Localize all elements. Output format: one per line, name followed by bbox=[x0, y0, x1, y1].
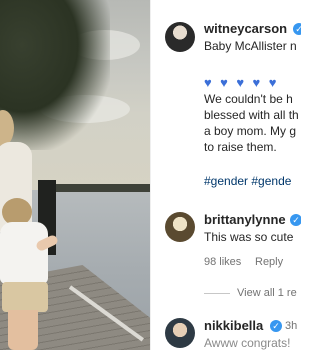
reply-button[interactable]: Reply bbox=[255, 256, 283, 268]
caption-body-line: We couldn't be h bbox=[204, 92, 293, 106]
comments-panel: witneycarson ✓ Baby McAllister n ♥ ♥ ♥ ♥… bbox=[150, 0, 301, 350]
hashtags[interactable]: #gender #gende bbox=[204, 174, 291, 188]
view-replies-link[interactable]: View all 1 re bbox=[237, 287, 297, 299]
photo-person-child bbox=[0, 198, 60, 350]
verified-badge-icon: ✓ bbox=[290, 214, 301, 226]
verified-badge-icon: ✓ bbox=[293, 23, 301, 35]
blue-heart-icon: ♥ bbox=[268, 75, 277, 90]
blue-heart-icon: ♥ bbox=[236, 75, 245, 90]
blue-heart-icon: ♥ bbox=[252, 75, 261, 90]
photo-shoreline bbox=[40, 184, 150, 192]
view-replies-line bbox=[204, 293, 230, 294]
verified-badge-icon: ✓ bbox=[270, 320, 282, 332]
caption-body-line: blessed with all th bbox=[204, 108, 299, 122]
caption-body-line: a boy mom. My g bbox=[204, 124, 297, 138]
author-username[interactable]: witneycarson bbox=[204, 21, 287, 36]
comment-text: This was so cute bbox=[204, 230, 294, 244]
comment-text: Awww congrats! bbox=[204, 336, 291, 350]
comment-likes[interactable]: 98 likes bbox=[204, 256, 241, 268]
author-avatar[interactable] bbox=[165, 22, 195, 52]
post-photo bbox=[0, 0, 150, 350]
caption-text: Baby McAllister n bbox=[204, 39, 297, 53]
comment-username[interactable]: nikkibella bbox=[204, 318, 263, 333]
comment-avatar[interactable] bbox=[165, 212, 195, 242]
blue-hearts-row: ♥ ♥ ♥ ♥ ♥ bbox=[204, 74, 280, 92]
comment-time: 3h bbox=[285, 320, 298, 332]
comment-avatar[interactable] bbox=[165, 318, 195, 348]
caption-body-line: to raise them. bbox=[204, 140, 277, 154]
blue-heart-icon: ♥ bbox=[204, 75, 212, 90]
comment-username[interactable]: brittanylynne bbox=[204, 212, 286, 227]
blue-heart-icon: ♥ bbox=[220, 75, 228, 90]
